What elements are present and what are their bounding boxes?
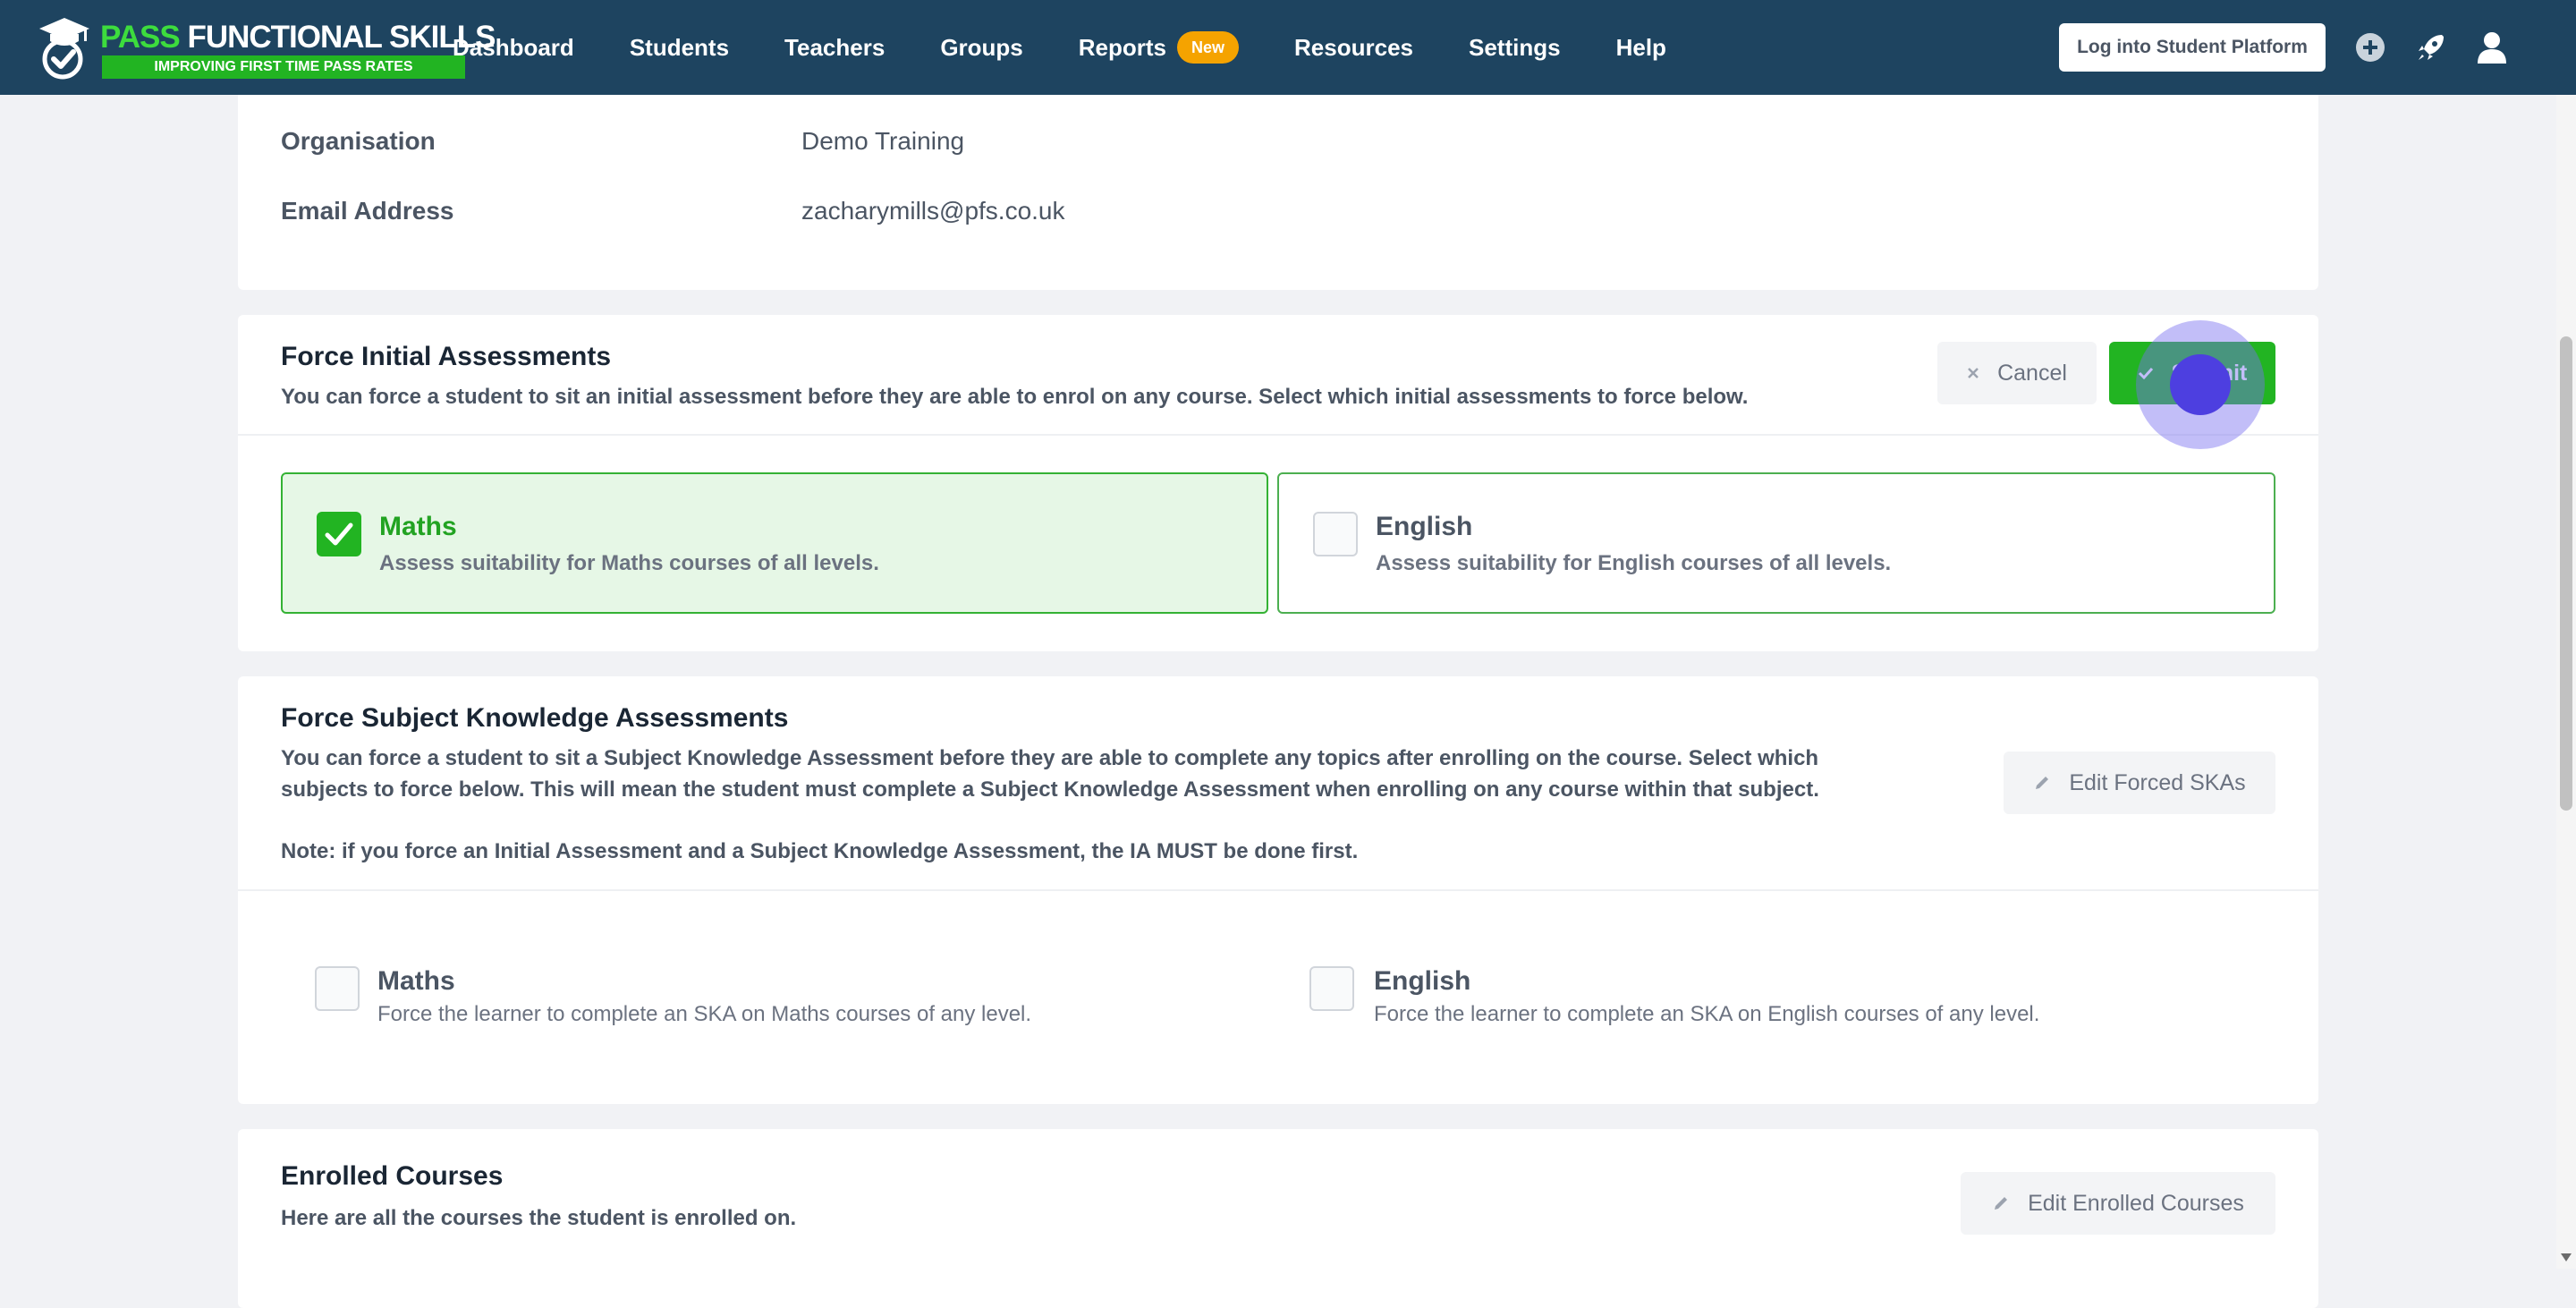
top-navbar: PASS FUNCTIONAL SKILLS IMPROVING FIRST T…	[0, 0, 2576, 95]
english-checkbox[interactable]	[1313, 512, 1358, 556]
cancel-button[interactable]: Cancel	[1937, 342, 2097, 404]
force-ia-title: Force Initial Assessments	[281, 342, 612, 371]
page-scrollbar[interactable]	[2556, 95, 2576, 1269]
nav-settings[interactable]: Settings	[1469, 34, 1561, 62]
force-ia-description: You can force a student to sit an initia…	[281, 385, 1749, 409]
nav-reports-label: Reports	[1078, 33, 1167, 61]
ia-maths-title: Maths	[379, 512, 457, 541]
force-initial-assessments-card: Force Initial Assessments You can force …	[238, 315, 2318, 651]
nav-dashboard[interactable]: Dashboard	[453, 34, 574, 62]
main-nav: Dashboard Students Teachers Groups Repor…	[453, 0, 1722, 95]
graduation-check-icon	[39, 18, 89, 80]
force-ska-title: Force Subject Knowledge Assessments	[281, 703, 789, 733]
section-divider	[238, 889, 2318, 891]
section-divider	[238, 434, 2318, 436]
scrollbar-thumb[interactable]	[2560, 336, 2572, 811]
login-student-platform-button[interactable]: Log into Student Platform	[2059, 23, 2326, 72]
scroll-down-arrow-icon[interactable]	[2561, 1253, 2572, 1261]
close-icon	[1967, 367, 1979, 379]
ia-option-maths[interactable]: Maths Assess suitability for Maths cours…	[281, 472, 1268, 614]
nav-reports[interactable]: Reports New	[1078, 31, 1240, 64]
click-indicator-dot	[2170, 354, 2231, 415]
edit-enrolled-courses-button[interactable]: Edit Enrolled Courses	[1961, 1172, 2275, 1235]
check-icon	[325, 522, 353, 546]
force-ska-card: Force Subject Knowledge Assessments You …	[238, 676, 2318, 1104]
ska-maths-title: Maths	[377, 966, 455, 996]
organisation-value: Demo Training	[801, 127, 965, 155]
student-details-card: Organisation Demo Training Email Address…	[238, 63, 2318, 290]
brand-logo[interactable]: PASS FUNCTIONAL SKILLS IMPROVING FIRST T…	[36, 14, 496, 81]
rocket-icon[interactable]	[2413, 30, 2449, 65]
nav-students[interactable]: Students	[630, 34, 729, 62]
ska-english-description: Force the learner to complete an SKA on …	[1374, 1002, 2040, 1026]
new-badge: New	[1177, 31, 1240, 64]
nav-help[interactable]: Help	[1616, 34, 1666, 62]
brand-title: PASS FUNCTIONAL SKILLS	[100, 20, 496, 55]
ia-maths-description: Assess suitability for Maths courses of …	[379, 551, 879, 575]
enrolled-description: Here are all the courses the student is …	[281, 1206, 797, 1230]
enrolled-title: Enrolled Courses	[281, 1161, 504, 1191]
nav-teachers[interactable]: Teachers	[784, 34, 885, 62]
ska-maths-description: Force the learner to complete an SKA on …	[377, 1002, 1032, 1026]
ia-english-description: Assess suitability for English courses o…	[1376, 551, 1892, 575]
edit-forced-skas-button[interactable]: Edit Forced SKAs	[2004, 752, 2275, 814]
force-ska-note: Note: if you force an Initial Assessment…	[281, 839, 1359, 863]
ia-english-title: English	[1376, 512, 1473, 541]
email-label: Email Address	[281, 197, 454, 225]
organisation-label: Organisation	[281, 127, 436, 155]
ska-maths-checkbox[interactable]	[315, 966, 360, 1011]
plus-circle-icon[interactable]	[2352, 30, 2388, 65]
enrolled-courses-card: Enrolled Courses Here are all the course…	[238, 1129, 2318, 1308]
email-value: zacharymills@pfs.co.uk	[801, 197, 1065, 225]
ska-english-checkbox[interactable]	[1309, 966, 1354, 1011]
nav-resources[interactable]: Resources	[1294, 34, 1413, 62]
force-ska-description: You can force a student to sit a Subject…	[281, 746, 1819, 802]
ia-option-english[interactable]: English Assess suitability for English c…	[1277, 472, 2275, 614]
maths-checkbox[interactable]	[317, 512, 361, 556]
pencil-icon	[2033, 774, 2051, 792]
user-icon[interactable]	[2474, 30, 2510, 65]
nav-groups[interactable]: Groups	[940, 34, 1022, 62]
brand-tagline: IMPROVING FIRST TIME PASS RATES	[102, 55, 465, 79]
pencil-icon	[1992, 1194, 2010, 1212]
ska-english-title: English	[1374, 966, 1471, 996]
